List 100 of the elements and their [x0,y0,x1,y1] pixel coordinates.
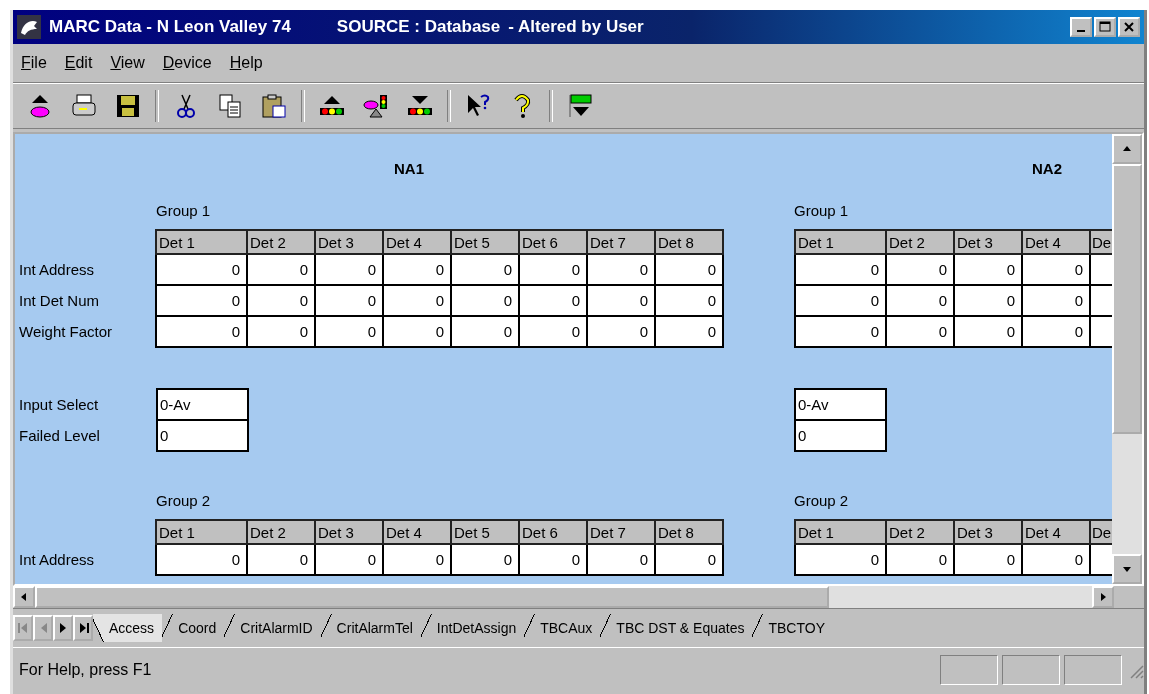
table-cell[interactable]: 0 [315,254,383,285]
tab-scroll-button[interactable] [53,615,73,641]
table-cell[interactable]: 0 [1022,544,1090,575]
menu-item[interactable]: Help [229,54,263,72]
scroll-thumb[interactable] [35,586,829,608]
column-header: Det 8 [655,230,723,254]
column-header: Det 1 [795,230,886,254]
table-cell[interactable]: 0 [383,254,451,285]
table-cell[interactable]: 0 [383,285,451,316]
scroll-right-button[interactable] [1092,586,1114,608]
input-field[interactable]: 0-Av [157,389,248,420]
maximize-button[interactable] [1094,17,1116,37]
table-cell[interactable]: 0 [383,316,451,347]
table-cell[interactable]: 0 [587,254,655,285]
table-cell[interactable]: 0 [655,544,723,575]
table-cell[interactable]: 0 [156,254,247,285]
table-cell[interactable]: 0 [247,254,315,285]
column-header: Det 5 [451,230,519,254]
table-cell[interactable]: 0 [156,285,247,316]
input-field[interactable]: 0 [795,420,886,451]
table-cell[interactable]: 0 [519,316,587,347]
table-cell[interactable]: 0 [954,544,1022,575]
column-header: Det 4 [383,520,451,544]
scroll-down-button[interactable] [1112,554,1142,584]
input-field[interactable]: 0-Av [795,389,886,420]
group-label: Group 1 [156,202,212,219]
row-label: Int Address [19,544,156,575]
tab-scroll-button[interactable] [73,615,93,641]
table-cell[interactable]: 0 [1022,285,1090,316]
table-cell[interactable]: 0 [247,544,315,575]
table-cell[interactable]: 0 [451,285,519,316]
input-field[interactable]: 0 [157,420,248,451]
table-cell[interactable]: 0 [795,254,886,285]
table-cell[interactable]: 0 [247,285,315,316]
column-header: Det 1 [156,520,247,544]
app-icon [17,15,41,39]
column-header: Det 2 [886,520,954,544]
table-cell[interactable]: 0 [886,254,954,285]
menu-item[interactable]: Device [162,54,212,72]
scroll-up-button[interactable] [1112,134,1142,164]
table-cell[interactable]: 0 [315,285,383,316]
table-cell[interactable]: 0 [156,544,247,575]
table-cell[interactable]: 0 [587,285,655,316]
panel-title: NA2 [1031,160,1063,179]
status-note: - Altered by User [508,17,644,37]
row-label: Int Address [19,254,156,285]
table-cell[interactable]: 0 [247,316,315,347]
column-header: Det 2 [886,230,954,254]
left-arrow-icon [16,620,30,636]
column-header: Det 4 [383,230,451,254]
table-cell[interactable]: 0 [587,544,655,575]
table-cell[interactable]: 0 [655,254,723,285]
column-header: De [1090,520,1112,544]
table-cell[interactable]: 0 [519,254,587,285]
horizontal-scrollbar[interactable] [13,586,1114,608]
group-label: Group 2 [794,492,850,509]
table-cell[interactable]: 0 [1022,254,1090,285]
table-cell[interactable]: 0 [954,254,1022,285]
scroll-thumb[interactable] [1112,164,1142,434]
vertical-scrollbar[interactable] [1112,134,1142,584]
column-header: Det 3 [954,520,1022,544]
menu-item[interactable]: View [110,54,145,72]
status-pane [1064,655,1122,685]
table-cell[interactable]: 0 [886,285,954,316]
table-cell[interactable]: 0 [954,316,1022,347]
field-label: Input Select [19,389,157,420]
table-cell[interactable]: 0 [954,285,1022,316]
column-header: Det 7 [587,520,655,544]
source-label: SOURCE : Database [336,17,501,37]
menu-item[interactable]: File [21,54,47,72]
menu-item[interactable]: Edit [64,54,93,72]
table-cell[interactable]: 0 [519,544,587,575]
table-cell[interactable]: 0 [315,544,383,575]
table-cell[interactable]: 0 [383,544,451,575]
table-cell[interactable]: 0 [451,316,519,347]
table-cell[interactable]: 0 [156,316,247,347]
table-cell[interactable]: 0 [655,316,723,347]
table-cell[interactable]: 0 [1022,316,1090,347]
column-header: Det 4 [1022,520,1090,544]
column-header: Det 3 [315,520,383,544]
table-cell[interactable]: 0 [519,285,587,316]
column-header: Det 6 [519,230,587,254]
table-cell[interactable]: 0 [795,285,886,316]
table-cell[interactable]: 0 [795,544,886,575]
column-header: Det 5 [451,520,519,544]
status-pane [1002,655,1060,685]
table-cell[interactable]: 0 [886,316,954,347]
sheet-tab[interactable]: Access [93,614,163,642]
group-label: Group 2 [156,492,212,509]
scroll-left-button[interactable] [13,586,35,608]
field-label: Failed Level [19,420,157,451]
table-cell[interactable]: 0 [655,285,723,316]
minimize-button[interactable] [1070,17,1092,37]
table-cell[interactable]: 0 [587,316,655,347]
table-cell[interactable]: 0 [315,316,383,347]
table-cell[interactable]: 0 [451,544,519,575]
table-cell[interactable]: 0 [795,316,886,347]
table-cell[interactable]: 0 [886,544,954,575]
table-cell[interactable]: 0 [451,254,519,285]
close-button[interactable] [1118,17,1140,37]
